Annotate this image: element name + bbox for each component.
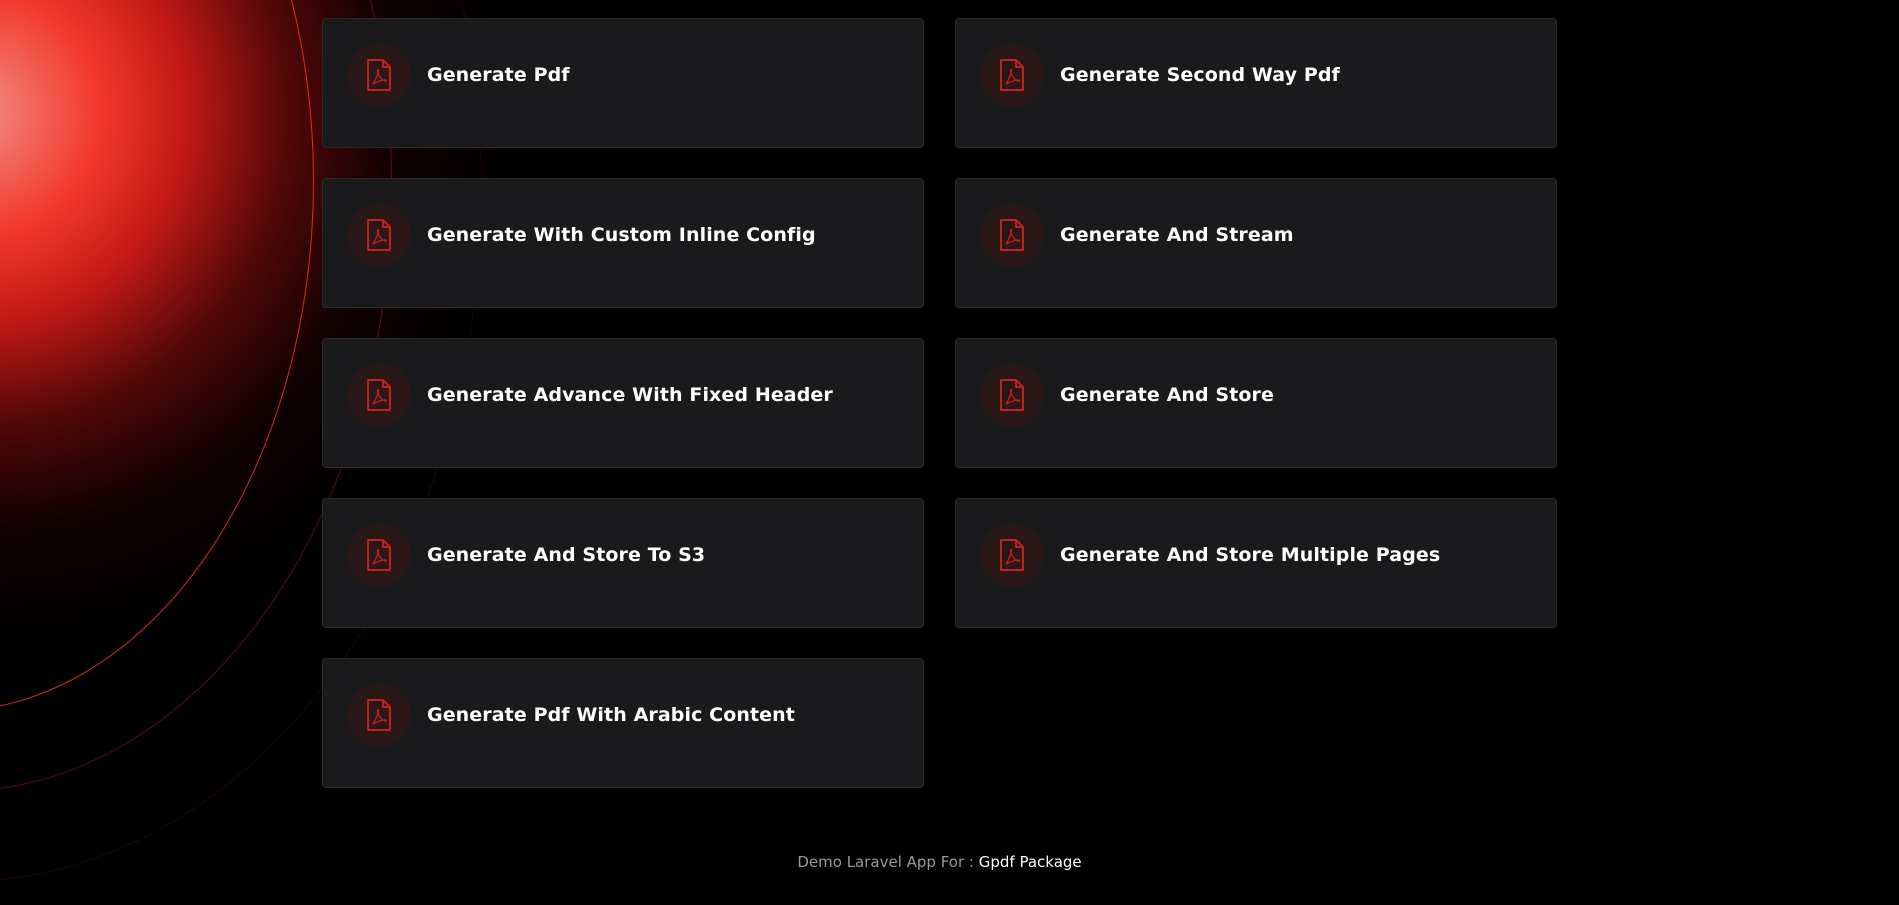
page: Generate Pdf Generate Second Way Pdf Gen… — [0, 0, 1899, 905]
background-ring — [0, 0, 314, 712]
pdf-file-icon — [347, 683, 411, 747]
pdf-file-icon — [347, 523, 411, 587]
card-label: Generate And Store Multiple Pages — [1060, 544, 1441, 566]
card-generate-and-stream[interactable]: Generate And Stream — [955, 178, 1557, 308]
footer-text: Demo Laravel App For : — [797, 853, 979, 871]
card-generate-advance-fixed-header[interactable]: Generate Advance With Fixed Header — [322, 338, 924, 468]
card-label: Generate And Store To S3 — [427, 544, 706, 566]
card-label: Generate And Store — [1060, 384, 1274, 406]
card-generate-and-store[interactable]: Generate And Store — [955, 338, 1557, 468]
card-label: Generate Pdf With Arabic Content — [427, 704, 795, 726]
pdf-file-icon — [980, 363, 1044, 427]
pdf-file-icon — [980, 523, 1044, 587]
action-grid: Generate Pdf Generate Second Way Pdf Gen… — [322, 18, 1557, 788]
card-generate-second-way-pdf[interactable]: Generate Second Way Pdf — [955, 18, 1557, 148]
pdf-file-icon — [347, 363, 411, 427]
card-generate-pdf[interactable]: Generate Pdf — [322, 18, 924, 148]
pdf-file-icon — [347, 43, 411, 107]
card-label: Generate And Stream — [1060, 224, 1294, 246]
footer-package-link[interactable]: Gpdf Package — [979, 853, 1082, 871]
pdf-file-icon — [980, 203, 1044, 267]
card-label: Generate Advance With Fixed Header — [427, 384, 833, 406]
card-generate-and-store-multiple-pages[interactable]: Generate And Store Multiple Pages — [955, 498, 1557, 628]
card-generate-custom-inline-config[interactable]: Generate With Custom Inline Config — [322, 178, 924, 308]
footer: Demo Laravel App For : Gpdf Package — [0, 853, 1879, 871]
card-label: Generate Second Way Pdf — [1060, 64, 1340, 86]
card-generate-and-store-s3[interactable]: Generate And Store To S3 — [322, 498, 924, 628]
card-label: Generate Pdf — [427, 64, 570, 86]
card-label: Generate With Custom Inline Config — [427, 224, 816, 246]
pdf-file-icon — [347, 203, 411, 267]
pdf-file-icon — [980, 43, 1044, 107]
card-generate-pdf-arabic[interactable]: Generate Pdf With Arabic Content — [322, 658, 924, 788]
